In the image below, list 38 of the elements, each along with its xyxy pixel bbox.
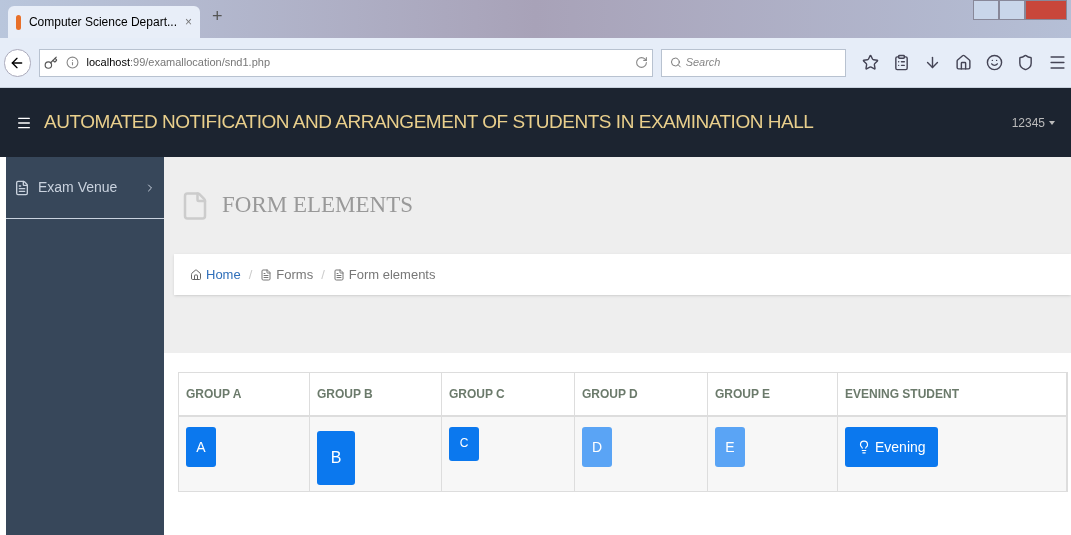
- menu-icon[interactable]: [1048, 53, 1067, 72]
- home-icon: [190, 268, 202, 281]
- clipboard-icon[interactable]: [893, 54, 910, 71]
- smiley-icon[interactable]: [986, 54, 1003, 71]
- tab-title: Computer Science Depart...: [28, 14, 177, 31]
- search-input[interactable]: Search: [685, 54, 837, 71]
- search-icon: [669, 56, 682, 69]
- lightbulb-icon: [857, 440, 871, 454]
- breadcrumb-link[interactable]: Home: [190, 264, 241, 285]
- favicon-icon: [16, 14, 21, 30]
- bookmark-icon[interactable]: [862, 54, 879, 71]
- document-icon: [260, 268, 273, 281]
- group-button[interactable]: C: [449, 427, 479, 461]
- back-button[interactable]: [4, 48, 31, 77]
- group-button[interactable]: B: [317, 431, 355, 485]
- evening-button[interactable]: Evening: [845, 427, 938, 467]
- url-text: localhost:99/examallocation/snd1.php: [86, 55, 271, 71]
- group-button[interactable]: A: [186, 427, 216, 467]
- breadcrumb-separator: /: [321, 265, 325, 284]
- browser-tab[interactable]: Computer Science Depart... ×: [8, 6, 200, 38]
- breadcrumb-item[interactable]: Forms: [260, 264, 314, 285]
- breadcrumb-item[interactable]: Form elements: [332, 264, 436, 285]
- key-icon: [43, 55, 58, 70]
- user-menu[interactable]: 12345: [1011, 113, 1055, 132]
- new-tab-button[interactable]: +: [212, 2, 223, 30]
- address-bar[interactable]: localhost:99/examallocation/snd1.php: [38, 48, 653, 77]
- search-field[interactable]: Search: [660, 48, 846, 77]
- breadcrumb-separator: /: [248, 265, 253, 284]
- page-title: FORM ELEMENTS: [222, 191, 414, 220]
- shield-icon[interactable]: [1017, 54, 1034, 71]
- home-icon[interactable]: [955, 54, 972, 71]
- download-icon[interactable]: [924, 54, 941, 71]
- info-icon: [65, 56, 79, 69]
- document-icon: [14, 179, 30, 196]
- app-title: AUTOMATED NOTIFICATION AND ARRANGEMENT OF STUDENTS IN EXAMINATION HALL: [44, 110, 815, 135]
- document-icon: [332, 268, 345, 281]
- close-icon[interactable]: ×: [185, 13, 192, 31]
- reload-icon[interactable]: [634, 56, 648, 69]
